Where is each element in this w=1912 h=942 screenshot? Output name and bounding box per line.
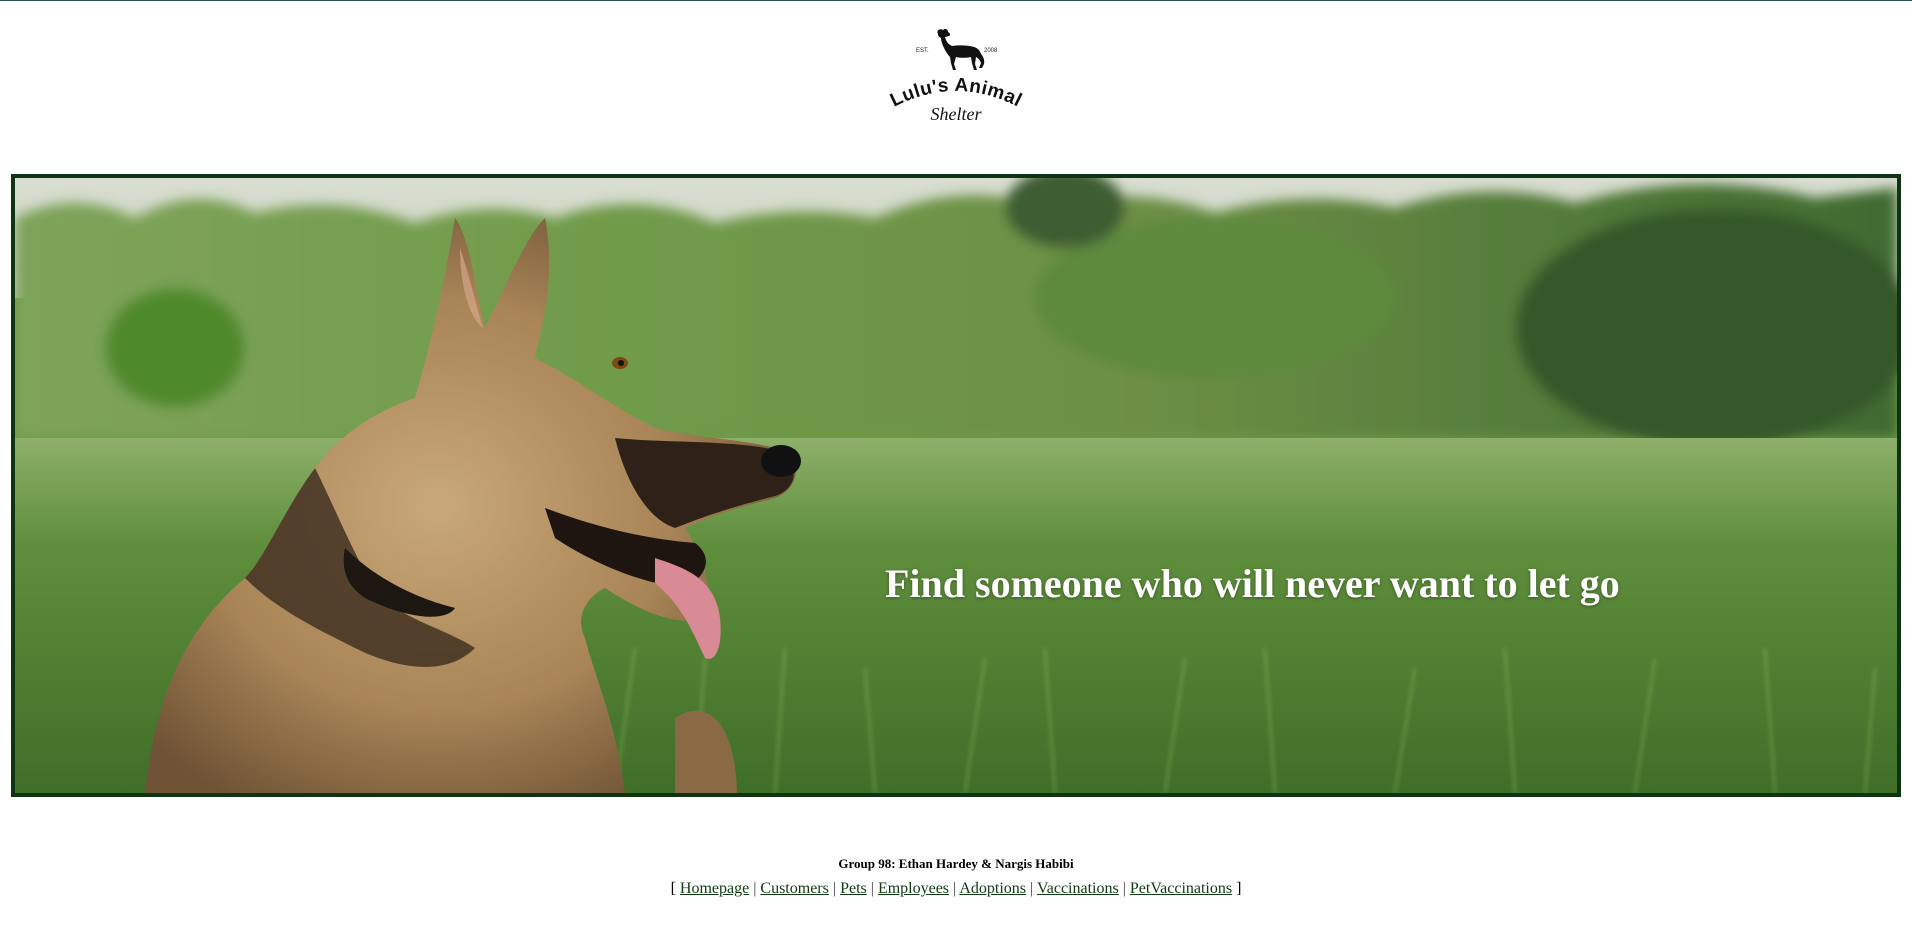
nav-separator: | <box>1122 880 1126 897</box>
nav-bracket-open: [ <box>670 880 676 897</box>
logo-est-right: 2008 <box>984 48 998 54</box>
nav-bracket-close: ] <box>1236 880 1242 897</box>
logo-subtitle: Shelter <box>931 104 983 124</box>
hero-tagline: Find someone who will never want to let … <box>885 561 1620 606</box>
nav-separator: | <box>832 880 837 897</box>
nav-separator: | <box>953 880 957 897</box>
nav-separator: | <box>1030 880 1034 897</box>
nav-link-pets[interactable]: Pets <box>840 880 867 897</box>
page-footer: Group 98: Ethan Hardey & Nargis Habibi [… <box>0 856 1912 900</box>
top-border-line <box>0 0 1912 1</box>
nav-link-customers[interactable]: Customers <box>760 880 828 897</box>
footer-nav: [ Homepage | Customers | Pets | Employee… <box>0 878 1912 900</box>
nav-link-adoptions[interactable]: Adoptions <box>959 880 1026 897</box>
shelter-logo[interactable]: EST. 2008 Lulu's Animal Shelter <box>886 24 1026 128</box>
nav-separator: | <box>753 880 757 897</box>
dog-silhouette-icon: EST. 2008 Lulu's Animal Shelter <box>887 28 1025 124</box>
nav-link-employees[interactable]: Employees <box>878 880 949 897</box>
nav-link-petvaccinations[interactable]: PetVaccinations <box>1130 880 1232 897</box>
logo-est-left: EST. <box>916 48 929 54</box>
hero-banner: Find someone who will never want to let … <box>11 174 1901 797</box>
footer-credits: Group 98: Ethan Hardey & Nargis Habibi <box>838 856 1074 871</box>
nav-link-homepage[interactable]: Homepage <box>680 880 749 897</box>
nav-link-vaccinations[interactable]: Vaccinations <box>1037 880 1119 897</box>
hero-image <box>15 178 1897 793</box>
nav-separator: | <box>870 880 874 897</box>
